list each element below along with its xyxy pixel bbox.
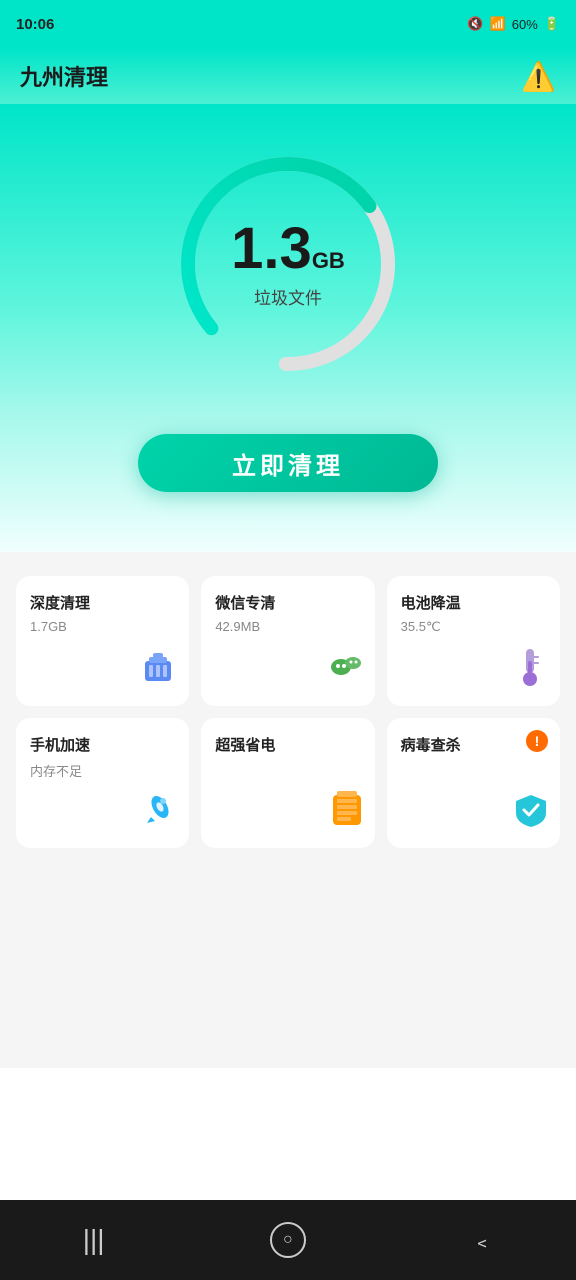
app-title: 九州清理 [20, 60, 108, 92]
nav-back-icon[interactable]: ﹤ [471, 1224, 493, 1256]
deep-clean-title: 深度清理 [30, 592, 175, 613]
hero-section: 1.3 GB 垃圾文件 立即清理 [0, 104, 576, 552]
nav-home-icon[interactable]: ○ [270, 1222, 306, 1258]
power-save-title: 超强省电 [215, 734, 360, 755]
virus-scan-card[interactable]: 病毒查杀 ! [387, 718, 560, 848]
nav-recents-icon[interactable]: ||| [83, 1224, 105, 1256]
gauge-center: 1.3 GB 垃圾文件 [231, 220, 345, 309]
deep-clean-card[interactable]: 深度清理 1.7GB [16, 576, 189, 706]
rocket-icon [141, 791, 179, 838]
warning-icon[interactable]: ⚠️ [521, 60, 556, 93]
speed-up-title: 手机加速 [30, 734, 175, 755]
wechat-clean-size: 42.9MB [215, 619, 360, 634]
gauge-unit: GB [312, 248, 345, 274]
feature-grid-section: 深度清理 1.7GB 微信专清 42.9MB [0, 552, 576, 868]
speed-up-subtitle: 内存不足 [30, 761, 175, 780]
deep-clean-icon [139, 647, 177, 694]
power-save-icon [329, 789, 365, 838]
wechat-clean-title: 微信专清 [215, 592, 360, 613]
wifi-icon: 📶 [490, 16, 506, 32]
feature-grid: 深度清理 1.7GB 微信专清 42.9MB [16, 576, 560, 848]
wechat-icon [327, 649, 365, 696]
clean-button[interactable]: 立即清理 [138, 434, 438, 492]
power-save-card[interactable]: 超强省电 [201, 718, 374, 848]
status-bar: 10:06 🔇 📶 60% 🔋 [0, 0, 576, 48]
deep-clean-size: 1.7GB [30, 619, 175, 634]
bottom-spacer [0, 868, 576, 1068]
speed-up-card[interactable]: 手机加速 内存不足 [16, 718, 189, 848]
status-time: 10:06 [16, 16, 54, 33]
virus-scan-title: 病毒查杀 [401, 734, 546, 755]
battery-cool-card[interactable]: 电池降温 35.5℃ [387, 576, 560, 706]
wechat-clean-card[interactable]: 微信专清 42.9MB [201, 576, 374, 706]
app-header: 九州清理 ⚠️ [0, 48, 576, 104]
mute-icon: 🔇 [467, 16, 483, 32]
status-icons: 🔇 📶 60% 🔋 [467, 16, 560, 32]
navigation-bar: ||| ○ ﹤ [0, 1200, 576, 1280]
battery-cool-temp: 35.5℃ [401, 619, 546, 635]
shield-check-icon [512, 791, 550, 838]
virus-scan-badge: ! [526, 730, 548, 752]
battery-cool-title: 电池降温 [401, 592, 546, 613]
battery-icon: 🔋 [544, 16, 560, 32]
gauge-value: 1.3 [231, 220, 312, 278]
battery-text: 60% [512, 17, 538, 32]
storage-gauge: 1.3 GB 垃圾文件 [168, 144, 408, 384]
gauge-label: 垃圾文件 [254, 284, 322, 309]
thermometer-icon [514, 647, 546, 696]
